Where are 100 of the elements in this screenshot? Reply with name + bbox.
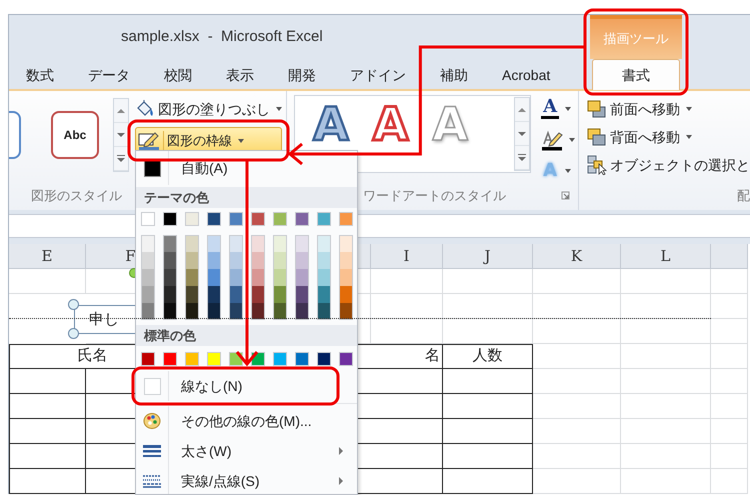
color-swatch[interactable] bbox=[185, 286, 199, 303]
color-swatch[interactable] bbox=[185, 269, 199, 286]
color-swatch[interactable] bbox=[251, 303, 265, 320]
arrange-button[interactable]: 背面へ移動 bbox=[587, 125, 750, 149]
color-swatch[interactable] bbox=[163, 269, 177, 286]
menu-item[interactable]: 線なし(N) bbox=[136, 371, 357, 401]
ribbon-tab[interactable]: Acrobat bbox=[485, 59, 568, 89]
ribbon-tab[interactable]: 補助 bbox=[423, 59, 485, 89]
color-swatch[interactable] bbox=[339, 269, 353, 286]
color-swatch[interactable] bbox=[339, 286, 353, 303]
table-cell[interactable] bbox=[9, 394, 86, 419]
color-swatch[interactable] bbox=[141, 352, 155, 366]
color-swatch[interactable] bbox=[141, 286, 155, 303]
color-swatch[interactable] bbox=[207, 303, 221, 320]
table-cell[interactable] bbox=[9, 469, 86, 494]
color-swatch[interactable] bbox=[339, 303, 353, 320]
menu-item[interactable]: 実線/点線(S) bbox=[136, 466, 357, 494]
style-preview[interactable] bbox=[9, 111, 21, 159]
color-swatch[interactable] bbox=[185, 352, 199, 366]
menu-item[interactable]: 自動(A) bbox=[136, 151, 357, 185]
color-swatch[interactable] bbox=[207, 352, 221, 366]
ribbon-tab[interactable]: 校閲 bbox=[147, 59, 209, 89]
dialog-launcher-icon[interactable] bbox=[561, 191, 570, 200]
color-swatch[interactable] bbox=[339, 212, 353, 226]
color-swatch[interactable] bbox=[273, 212, 287, 226]
menu-item[interactable]: 太さ(W) bbox=[136, 436, 357, 466]
wordart-sample[interactable]: A bbox=[372, 101, 408, 147]
color-swatch[interactable] bbox=[273, 252, 287, 269]
color-swatch[interactable] bbox=[141, 235, 155, 252]
color-swatch[interactable] bbox=[295, 286, 309, 303]
caret-icon[interactable] bbox=[569, 138, 576, 142]
color-swatch[interactable] bbox=[229, 303, 243, 320]
ribbon-tab[interactable]: アドイン bbox=[333, 59, 423, 89]
caret-icon[interactable] bbox=[565, 106, 572, 110]
color-swatch[interactable] bbox=[251, 252, 265, 269]
column-header[interactable]: K bbox=[533, 244, 621, 269]
arrange-button[interactable]: 前面へ移動 bbox=[587, 97, 750, 121]
color-swatch[interactable] bbox=[207, 252, 221, 269]
style-preview[interactable]: Abc bbox=[51, 111, 99, 159]
color-swatch[interactable] bbox=[317, 303, 331, 320]
caret-icon[interactable] bbox=[686, 135, 692, 139]
color-swatch[interactable] bbox=[185, 212, 199, 226]
color-swatch[interactable] bbox=[163, 252, 177, 269]
color-swatch[interactable] bbox=[163, 286, 177, 303]
ribbon-tab[interactable]: データ bbox=[71, 59, 147, 89]
color-swatch[interactable] bbox=[295, 269, 309, 286]
caret-icon[interactable] bbox=[565, 168, 572, 172]
color-swatch[interactable] bbox=[295, 235, 309, 252]
color-swatch[interactable] bbox=[229, 286, 243, 303]
color-swatch[interactable] bbox=[317, 352, 331, 366]
resize-handle[interactable] bbox=[68, 299, 79, 310]
caret-icon[interactable] bbox=[238, 138, 244, 142]
color-swatch[interactable] bbox=[317, 212, 331, 226]
color-swatch[interactable] bbox=[273, 286, 287, 303]
color-swatch[interactable] bbox=[273, 235, 287, 252]
color-swatch[interactable] bbox=[163, 303, 177, 320]
color-swatch[interactable] bbox=[339, 235, 353, 252]
color-swatch[interactable] bbox=[295, 212, 309, 226]
table-cell[interactable] bbox=[9, 444, 86, 469]
column-header[interactable]: J bbox=[443, 244, 533, 269]
color-swatch[interactable] bbox=[273, 269, 287, 286]
ribbon-tab[interactable]: 開発 bbox=[271, 59, 333, 89]
color-swatch[interactable] bbox=[229, 212, 243, 226]
table-cell[interactable] bbox=[443, 394, 533, 419]
color-swatch[interactable] bbox=[207, 212, 221, 226]
table-cell[interactable] bbox=[9, 369, 86, 394]
table-cell[interactable] bbox=[9, 419, 86, 444]
color-swatch[interactable] bbox=[251, 269, 265, 286]
color-swatch[interactable] bbox=[207, 286, 221, 303]
color-swatch[interactable] bbox=[317, 286, 331, 303]
color-swatch[interactable] bbox=[295, 252, 309, 269]
table-cell[interactable] bbox=[443, 369, 533, 394]
color-swatch[interactable] bbox=[185, 303, 199, 320]
color-swatch[interactable] bbox=[229, 235, 243, 252]
shape-fill-button[interactable]: 図形の塗りつぶし bbox=[135, 97, 282, 121]
table-cell[interactable] bbox=[443, 469, 533, 494]
color-swatch[interactable] bbox=[295, 303, 309, 320]
color-swatch[interactable] bbox=[207, 235, 221, 252]
color-swatch[interactable] bbox=[141, 269, 155, 286]
color-swatch[interactable] bbox=[339, 352, 353, 366]
resize-handle[interactable] bbox=[68, 328, 79, 339]
color-swatch[interactable] bbox=[229, 269, 243, 286]
color-swatch[interactable] bbox=[339, 252, 353, 269]
column-header[interactable]: E bbox=[9, 244, 86, 269]
color-swatch[interactable] bbox=[273, 352, 287, 366]
arrange-button[interactable]: オブジェクトの選択と bbox=[587, 153, 750, 177]
color-swatch[interactable] bbox=[163, 352, 177, 366]
color-swatch[interactable] bbox=[251, 235, 265, 252]
color-swatch[interactable] bbox=[317, 269, 331, 286]
color-swatch[interactable] bbox=[163, 235, 177, 252]
color-swatch[interactable] bbox=[251, 286, 265, 303]
color-swatch[interactable] bbox=[163, 212, 177, 226]
color-swatch[interactable] bbox=[317, 235, 331, 252]
color-swatch[interactable] bbox=[295, 352, 309, 366]
text-fill-button[interactable]: A bbox=[541, 97, 576, 120]
color-swatch[interactable] bbox=[185, 235, 199, 252]
color-swatch[interactable] bbox=[273, 303, 287, 320]
color-swatch[interactable] bbox=[207, 269, 221, 286]
table-cell[interactable] bbox=[443, 444, 533, 469]
color-swatch[interactable] bbox=[317, 252, 331, 269]
